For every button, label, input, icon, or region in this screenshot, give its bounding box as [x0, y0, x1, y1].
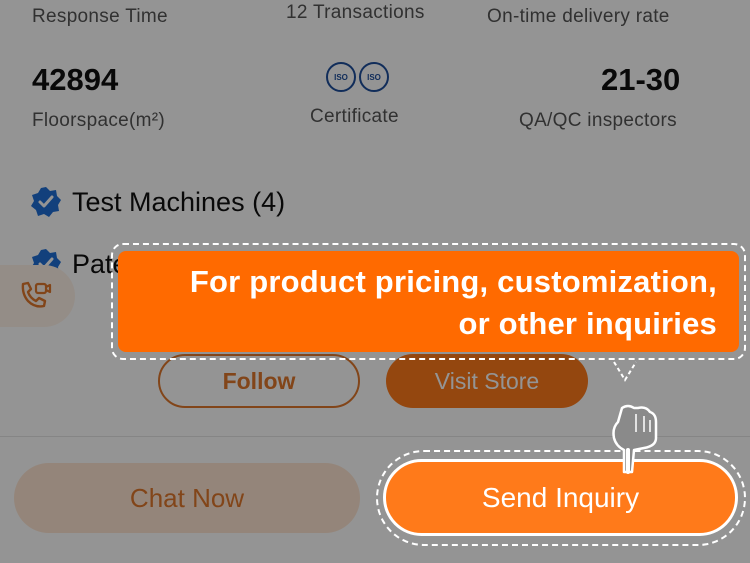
tooltip-tail-icon — [613, 361, 637, 382]
pointing-hand-icon — [612, 404, 658, 474]
tooltip-line-2: or other inquiries — [458, 306, 717, 341]
tooltip-line-1: For product pricing, customization, — [189, 264, 717, 299]
send-inquiry-button[interactable]: Send Inquiry — [383, 459, 738, 536]
inquiry-tooltip: For product pricing, customization, or o… — [118, 251, 739, 352]
